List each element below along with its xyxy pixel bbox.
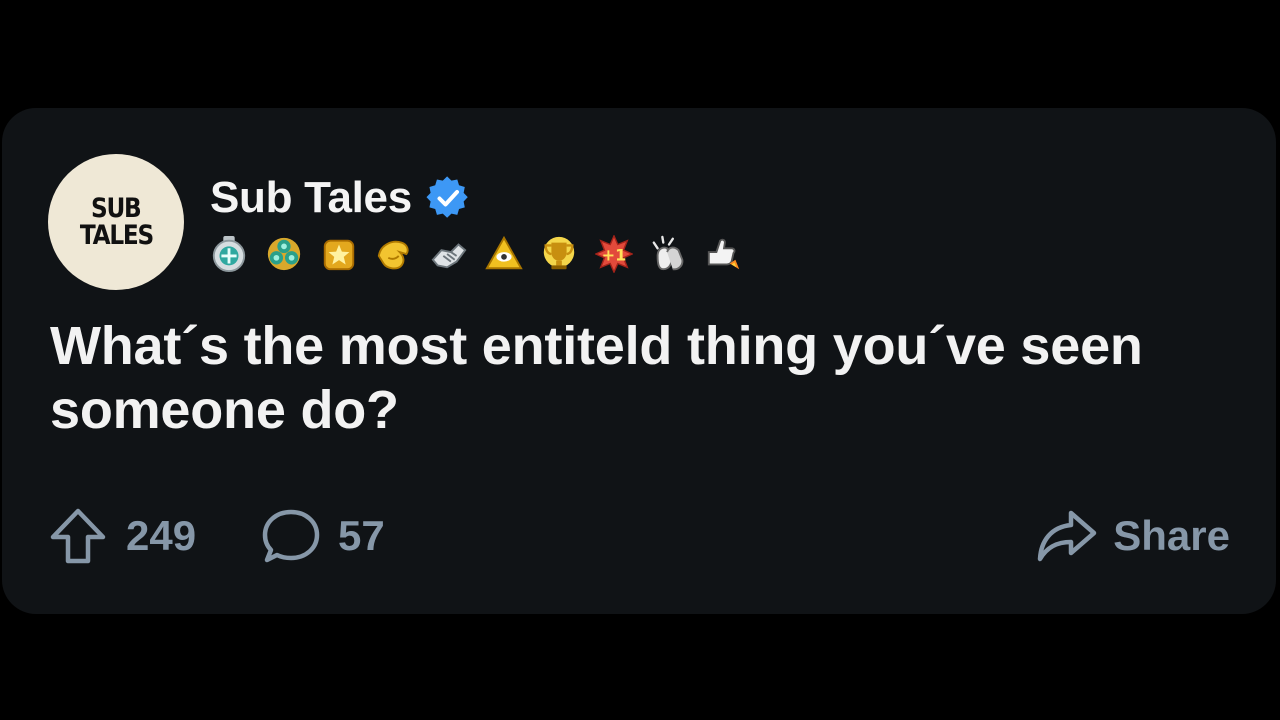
comments-button[interactable]: 57 [262, 504, 385, 568]
gold-star-award-icon[interactable] [320, 235, 358, 273]
author-name[interactable]: Sub Tales [210, 173, 412, 223]
comment-count: 57 [338, 512, 385, 559]
golden-hand-award-icon[interactable] [375, 235, 413, 273]
avatar-text-line2: TALES [79, 220, 154, 251]
rocket-thumbs-up-award-icon[interactable] [705, 235, 743, 273]
upvote-button[interactable]: 249 [50, 504, 196, 568]
post-card: SUB TALES Sub Tales +1 What´s the most e… [2, 108, 1276, 614]
clover-award-icon[interactable] [265, 235, 303, 273]
share-label: Share [1113, 512, 1230, 559]
award-badges: +1 [210, 233, 760, 275]
share-arrow-icon [1038, 510, 1097, 562]
trophy-award-icon[interactable] [540, 235, 578, 273]
upvote-count: 249 [126, 512, 197, 559]
post-actions: 249 57 Share [50, 504, 1230, 568]
verified-check-icon [426, 176, 468, 218]
author-row: Sub Tales [210, 170, 470, 226]
avatar-text-line1: SUB [91, 193, 142, 224]
comment-bubble-icon [262, 509, 320, 563]
share-button[interactable]: Share [1037, 504, 1230, 568]
plus-one-award-icon[interactable]: +1 [595, 235, 633, 273]
post-title[interactable]: What´s the most entiteld thing you´ve se… [50, 314, 1230, 442]
clapping-hands-award-icon[interactable] [650, 235, 688, 273]
silver-medal-award-icon[interactable] [210, 235, 248, 273]
avatar[interactable]: SUB TALES [48, 154, 184, 290]
svg-text:+1: +1 [602, 246, 627, 265]
handshake-award-icon[interactable] [430, 235, 468, 273]
eye-pyramid-award-icon[interactable] [485, 235, 523, 273]
upvote-arrow-icon [50, 508, 106, 564]
